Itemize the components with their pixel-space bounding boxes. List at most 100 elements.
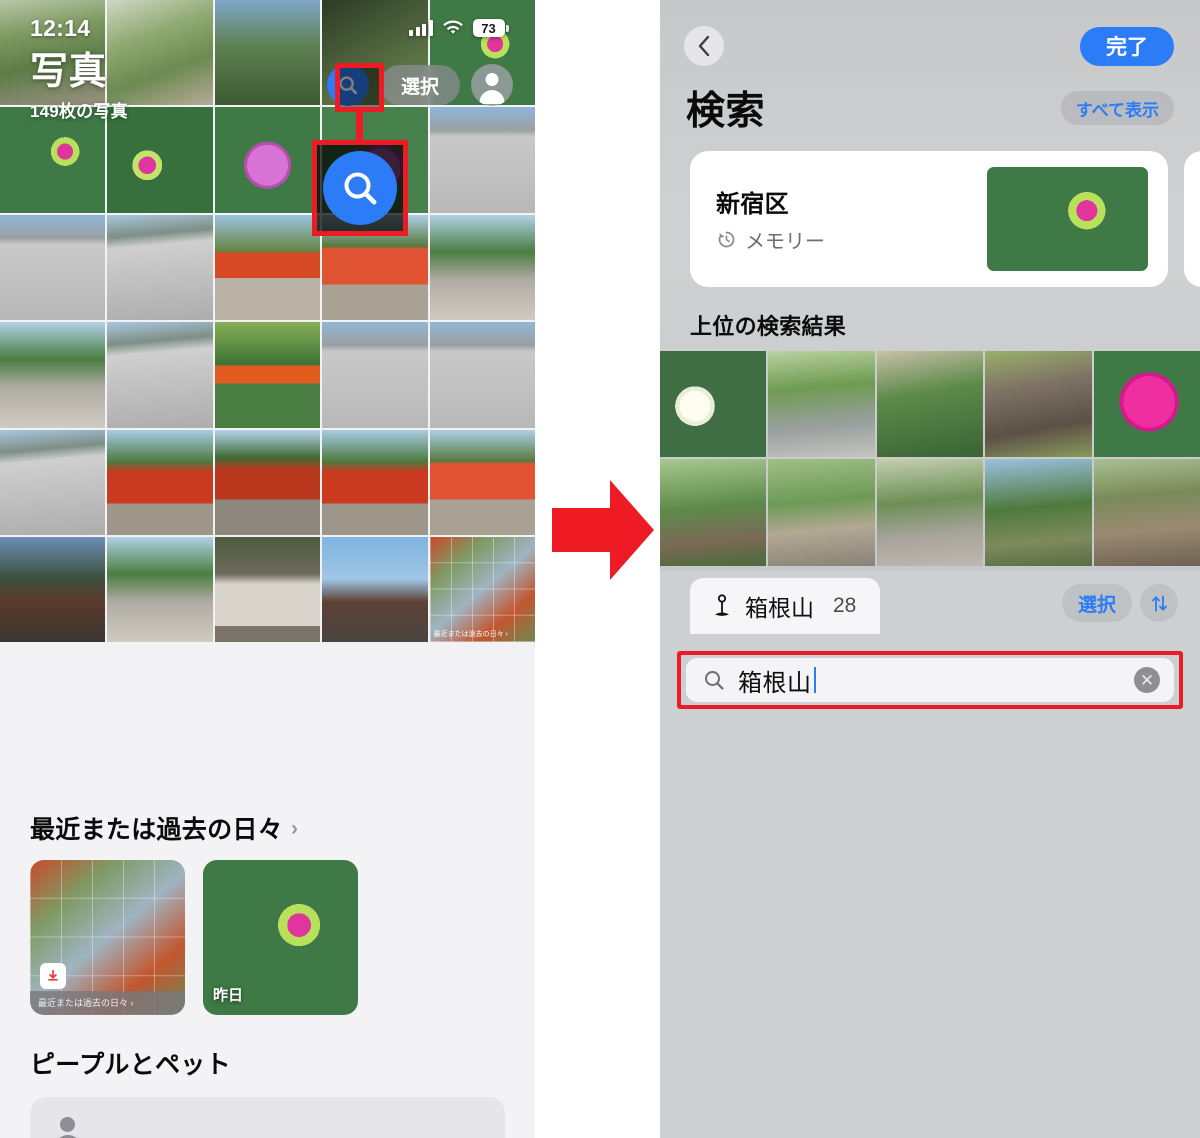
result-thumbnail[interactable] [660, 351, 767, 458]
screenshot-root: 最近または過去の日々 › 12:14 73 写真 149枚の写真 選択 最近また… [0, 0, 1200, 1138]
photo-thumbnail[interactable] [322, 322, 428, 428]
memory-card-thumbnail [987, 167, 1148, 271]
search-screen-top: 完了 検索 すべて表示 新宿区 メモリー 上位の検索結果 [660, 0, 1200, 570]
search-suggestion-chip[interactable]: 箱根山 28 [690, 578, 881, 634]
done-button[interactable]: 完了 [1080, 26, 1174, 66]
photo-thumbnail[interactable] [214, 537, 321, 643]
right-phone-panel: 完了 検索 すべて表示 新宿区 メモリー 上位の検索結果 箱根山 28 選択 [660, 0, 1200, 1138]
search-button-highlight-box [335, 63, 384, 112]
memory-card-subtitle: メモリー [745, 231, 825, 253]
result-thumbnail[interactable] [768, 351, 875, 458]
search-button-zoom-callout [312, 140, 408, 236]
suggestion-row: 箱根山 28 選択 [660, 570, 1200, 634]
result-thumbnail[interactable] [1093, 351, 1200, 458]
search-title-row: 検索 すべて表示 [660, 66, 1200, 136]
page-title: 検索 [686, 90, 766, 133]
memory-card-text: 新宿区 メモリー [690, 184, 825, 254]
photo-thumbnail[interactable] [107, 322, 213, 428]
chevron-left-icon [698, 35, 709, 57]
photo-thumbnail[interactable] [107, 214, 213, 321]
photo-thumbnail[interactable] [0, 429, 106, 536]
photo-thumbnail[interactable] [214, 214, 321, 321]
show-all-button[interactable]: すべて表示 [1060, 91, 1174, 125]
photo-thumbnail[interactable] [429, 322, 535, 428]
photo-thumbnail[interactable] [429, 429, 535, 536]
photos-bottom-sections: 最近または過去の日々 › 最近または過去の日々 › 昨日 ピープルとペット [0, 786, 535, 1138]
results-toolbar: 選択 [1061, 584, 1178, 622]
memory-thumb-caption: 最近または過去の日々 › [433, 631, 508, 639]
result-thumbnail[interactable] [876, 351, 984, 458]
photo-thumbnail[interactable] [0, 322, 106, 428]
people-pets-card[interactable] [30, 1097, 505, 1138]
suggestion-count: 28 [833, 594, 857, 617]
memory-card-label: 昨日 [213, 987, 244, 1004]
top-hits-label: 上位の検索結果 [690, 314, 847, 339]
result-thumbnail[interactable] [876, 459, 984, 566]
download-icon [40, 963, 66, 989]
photo-thumbnail[interactable] [214, 107, 321, 213]
photo-thumbnail[interactable] [107, 537, 213, 643]
result-thumbnail[interactable] [660, 459, 767, 566]
select-button[interactable]: 選択 [1061, 584, 1132, 622]
search-navbar: 完了 [660, 0, 1200, 66]
photo-thumbnail[interactable] [214, 429, 321, 536]
landmark-icon [715, 594, 729, 616]
cellular-bars-icon [409, 20, 433, 36]
memory-card-next[interactable] [1184, 151, 1200, 287]
chevron-right-icon: › [291, 816, 299, 840]
search-icon [344, 172, 377, 205]
photo-thumbnail[interactable] [0, 107, 106, 213]
avatar-body-icon [479, 90, 505, 104]
select-button[interactable]: 選択 [379, 65, 460, 105]
people-pets-section-title: ピープルとペット [30, 1051, 231, 1079]
photo-thumbnail[interactable] [429, 214, 535, 321]
photo-thumbnail[interactable] [0, 214, 106, 321]
memory-carousel[interactable]: 新宿区 メモリー [660, 136, 1200, 287]
memory-card[interactable]: 昨日 [203, 860, 358, 1015]
photo-thumbnail[interactable] [322, 537, 428, 643]
memory-card-title: 新宿区 [716, 191, 789, 218]
sort-updown-icon [1151, 595, 1167, 611]
sort-button[interactable] [1140, 584, 1178, 622]
recent-days-section-header[interactable]: 最近または過去の日々 › [0, 786, 535, 846]
page-title: 写真 [30, 51, 108, 93]
memory-card-subtitle-row: メモリー [716, 225, 825, 254]
back-button[interactable] [684, 26, 724, 66]
photos-header: 写真 149枚の写真 選択 [0, 46, 535, 122]
left-phone-panel: 最近または過去の日々 › 12:14 73 写真 149枚の写真 選択 最近また… [0, 0, 535, 1138]
wifi-icon [442, 20, 463, 34]
memory-card-caption: 最近または過去の日々 › [38, 998, 134, 1008]
photo-thumbnail[interactable] [214, 322, 321, 428]
battery-level: 73 [472, 19, 505, 37]
battery-cap [506, 24, 509, 32]
search-results-grid [660, 351, 1200, 566]
photo-thumbnail[interactable] [429, 107, 535, 213]
photo-thumbnail[interactable]: 最近または過去の日々 › [429, 537, 535, 643]
result-thumbnail[interactable] [1093, 459, 1200, 566]
right-arrow-icon [552, 480, 654, 580]
result-thumbnail[interactable] [985, 459, 1092, 566]
photo-count: 149枚の写真 [30, 102, 128, 122]
status-clock: 12:14 [30, 14, 91, 41]
search-button-magnified[interactable] [323, 151, 397, 225]
photo-thumbnail[interactable] [107, 429, 213, 536]
photo-thumbnail[interactable] [322, 429, 428, 536]
photo-thumbnail[interactable] [0, 537, 106, 643]
memory-card[interactable]: 新宿区 メモリー [690, 151, 1168, 287]
photo-thumbnail[interactable] [107, 107, 213, 213]
recent-days-cards: 最近または過去の日々 › 昨日 [0, 846, 535, 1015]
person-icon [54, 1117, 88, 1138]
memory-clock-icon [718, 231, 735, 248]
avatar-head-icon [485, 73, 499, 86]
status-bar: 12:14 73 [0, 0, 535, 46]
flow-arrow [548, 470, 658, 590]
result-thumbnail[interactable] [985, 351, 1092, 458]
search-field-highlight-box [677, 651, 1183, 709]
avatar[interactable] [471, 64, 513, 106]
memory-card[interactable]: 最近または過去の日々 › [30, 860, 185, 1015]
status-indicators: 73 [409, 19, 509, 37]
section-title: 最近または過去の日々 [30, 816, 284, 844]
battery-icon: 73 [472, 19, 509, 37]
result-thumbnail[interactable] [768, 459, 875, 566]
suggestion-name: 箱根山 [745, 595, 814, 621]
